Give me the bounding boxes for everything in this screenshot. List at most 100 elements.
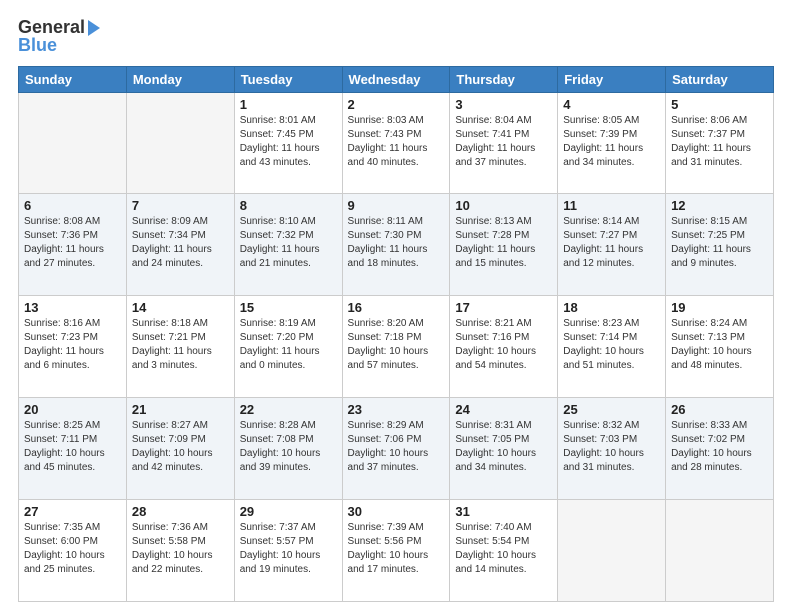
day-number: 30 — [348, 504, 445, 519]
logo: General Blue — [18, 18, 100, 56]
day-number: 28 — [132, 504, 229, 519]
calendar-cell: 24Sunrise: 8:31 AM Sunset: 7:05 PM Dayli… — [450, 398, 558, 500]
calendar-cell: 6 Sunrise: 8:08 AM Sunset: 7:36 PM Daylig… — [19, 194, 127, 296]
day-number: 3 — [455, 97, 552, 112]
calendar-cell: 16 Sunrise: 8:20 AM Sunset: 7:18 PM Dayli… — [342, 296, 450, 398]
cell-info: Sunrise: 8:13 AM Sunset: 7:28 PM Dayligh… — [455, 215, 552, 271]
cell-info: Sunrise: 7:35 AM Sunset: 6:00 PM Dayligh… — [24, 521, 121, 577]
weekday-header: Wednesday — [342, 66, 450, 92]
logo-arrow-icon — [88, 20, 100, 36]
weekday-header: Monday — [126, 66, 234, 92]
cell-info: Sunrise: 8:01 AM Sunset: 7:45 PM Dayligh… — [240, 114, 337, 170]
page: General Blue SundayMondayTuesdayWednesda… — [0, 0, 792, 612]
day-number: 19 — [671, 300, 768, 315]
calendar-cell: 14 Sunrise: 8:18 AM Sunset: 7:21 PM Dayli… — [126, 296, 234, 398]
day-number: 31 — [455, 504, 552, 519]
cell-info: Sunrise: 8:18 AM Sunset: 7:21 PM Dayligh… — [132, 317, 229, 373]
cell-info: Sunrise: 8:33 AM Sunset: 7:02 PM Dayligh… — [671, 419, 768, 475]
calendar-cell — [558, 500, 666, 602]
calendar-week-row: 1 Sunrise: 8:01 AM Sunset: 7:45 PM Daylig… — [19, 92, 774, 194]
cell-info: Sunrise: 8:05 AM Sunset: 7:39 PM Dayligh… — [563, 114, 660, 170]
cell-info: Sunrise: 8:15 AM Sunset: 7:25 PM Dayligh… — [671, 215, 768, 271]
day-number: 15 — [240, 300, 337, 315]
day-number: 14 — [132, 300, 229, 315]
weekday-header: Thursday — [450, 66, 558, 92]
calendar-cell: 15 Sunrise: 8:19 AM Sunset: 7:20 PM Dayli… — [234, 296, 342, 398]
day-number: 12 — [671, 198, 768, 213]
cell-info: Sunrise: 8:08 AM Sunset: 7:36 PM Dayligh… — [24, 215, 121, 271]
cell-info: Sunrise: 8:09 AM Sunset: 7:34 PM Dayligh… — [132, 215, 229, 271]
calendar-week-row: 6 Sunrise: 8:08 AM Sunset: 7:36 PM Daylig… — [19, 194, 774, 296]
cell-info: Sunrise: 8:14 AM Sunset: 7:27 PM Dayligh… — [563, 215, 660, 271]
calendar-week-row: 13 Sunrise: 8:16 AM Sunset: 7:23 PM Dayli… — [19, 296, 774, 398]
calendar-cell: 30 Sunrise: 7:39 AM Sunset: 5:56 PM Dayli… — [342, 500, 450, 602]
calendar-cell — [19, 92, 127, 194]
calendar-week-row: 27 Sunrise: 7:35 AM Sunset: 6:00 PM Dayli… — [19, 500, 774, 602]
day-number: 22 — [240, 402, 337, 417]
calendar-table: SundayMondayTuesdayWednesdayThursdayFrid… — [18, 66, 774, 602]
calendar-cell: 26 Sunrise: 8:33 AM Sunset: 7:02 PM Dayli… — [666, 398, 774, 500]
calendar-cell: 27 Sunrise: 7:35 AM Sunset: 6:00 PM Dayli… — [19, 500, 127, 602]
calendar-cell — [666, 500, 774, 602]
calendar-cell: 3 Sunrise: 8:04 AM Sunset: 7:41 PM Daylig… — [450, 92, 558, 194]
cell-info: Sunrise: 7:37 AM Sunset: 5:57 PM Dayligh… — [240, 521, 337, 577]
cell-info: Sunrise: 8:03 AM Sunset: 7:43 PM Dayligh… — [348, 114, 445, 170]
weekday-header: Saturday — [666, 66, 774, 92]
weekday-header: Sunday — [19, 66, 127, 92]
calendar-cell: 8 Sunrise: 8:10 AM Sunset: 7:32 PM Daylig… — [234, 194, 342, 296]
calendar-cell: 11 Sunrise: 8:14 AM Sunset: 7:27 PM Dayli… — [558, 194, 666, 296]
cell-info: Sunrise: 8:25 AM Sunset: 7:11 PM Dayligh… — [24, 419, 121, 475]
cell-info: Sunrise: 8:19 AM Sunset: 7:20 PM Dayligh… — [240, 317, 337, 373]
cell-info: Sunrise: 7:40 AM Sunset: 5:54 PM Dayligh… — [455, 521, 552, 577]
calendar-cell: 18 Sunrise: 8:23 AM Sunset: 7:14 PM Dayli… — [558, 296, 666, 398]
day-number: 9 — [348, 198, 445, 213]
day-number: 23 — [348, 402, 445, 417]
header-row: SundayMondayTuesdayWednesdayThursdayFrid… — [19, 66, 774, 92]
cell-info: Sunrise: 8:06 AM Sunset: 7:37 PM Dayligh… — [671, 114, 768, 170]
day-number: 8 — [240, 198, 337, 213]
cell-info: Sunrise: 8:24 AM Sunset: 7:13 PM Dayligh… — [671, 317, 768, 373]
day-number: 26 — [671, 402, 768, 417]
calendar-cell: 17Sunrise: 8:21 AM Sunset: 7:16 PM Dayli… — [450, 296, 558, 398]
day-number: 29 — [240, 504, 337, 519]
day-number: 2 — [348, 97, 445, 112]
day-number: 1 — [240, 97, 337, 112]
calendar-cell: 5Sunrise: 8:06 AM Sunset: 7:37 PM Daylig… — [666, 92, 774, 194]
calendar-cell: 4Sunrise: 8:05 AM Sunset: 7:39 PM Daylig… — [558, 92, 666, 194]
cell-info: Sunrise: 8:20 AM Sunset: 7:18 PM Dayligh… — [348, 317, 445, 373]
cell-info: Sunrise: 8:11 AM Sunset: 7:30 PM Dayligh… — [348, 215, 445, 271]
day-number: 13 — [24, 300, 121, 315]
day-number: 18 — [563, 300, 660, 315]
header: General Blue — [18, 18, 774, 56]
cell-info: Sunrise: 8:10 AM Sunset: 7:32 PM Dayligh… — [240, 215, 337, 271]
day-number: 17 — [455, 300, 552, 315]
cell-info: Sunrise: 7:36 AM Sunset: 5:58 PM Dayligh… — [132, 521, 229, 577]
day-number: 11 — [563, 198, 660, 213]
calendar-cell: 10 Sunrise: 8:13 AM Sunset: 7:28 PM Dayli… — [450, 194, 558, 296]
calendar-week-row: 20 Sunrise: 8:25 AM Sunset: 7:11 PM Dayli… — [19, 398, 774, 500]
cell-info: Sunrise: 8:04 AM Sunset: 7:41 PM Dayligh… — [455, 114, 552, 170]
calendar-cell: 29 Sunrise: 7:37 AM Sunset: 5:57 PM Dayli… — [234, 500, 342, 602]
cell-info: Sunrise: 7:39 AM Sunset: 5:56 PM Dayligh… — [348, 521, 445, 577]
cell-info: Sunrise: 8:27 AM Sunset: 7:09 PM Dayligh… — [132, 419, 229, 475]
calendar-cell: 9 Sunrise: 8:11 AM Sunset: 7:30 PM Daylig… — [342, 194, 450, 296]
calendar-cell: 20 Sunrise: 8:25 AM Sunset: 7:11 PM Dayli… — [19, 398, 127, 500]
calendar-cell: 13 Sunrise: 8:16 AM Sunset: 7:23 PM Dayli… — [19, 296, 127, 398]
calendar-cell: 22Sunrise: 8:28 AM Sunset: 7:08 PM Dayli… — [234, 398, 342, 500]
day-number: 6 — [24, 198, 121, 213]
calendar-cell: 25Sunrise: 8:32 AM Sunset: 7:03 PM Dayli… — [558, 398, 666, 500]
calendar-cell: 31 Sunrise: 7:40 AM Sunset: 5:54 PM Dayli… — [450, 500, 558, 602]
day-number: 10 — [455, 198, 552, 213]
calendar-cell: 12 Sunrise: 8:15 AM Sunset: 7:25 PM Dayli… — [666, 194, 774, 296]
weekday-header: Tuesday — [234, 66, 342, 92]
cell-info: Sunrise: 8:23 AM Sunset: 7:14 PM Dayligh… — [563, 317, 660, 373]
calendar-cell — [126, 92, 234, 194]
day-number: 27 — [24, 504, 121, 519]
day-number: 24 — [455, 402, 552, 417]
day-number: 16 — [348, 300, 445, 315]
cell-info: Sunrise: 8:29 AM Sunset: 7:06 PM Dayligh… — [348, 419, 445, 475]
cell-info: Sunrise: 8:16 AM Sunset: 7:23 PM Dayligh… — [24, 317, 121, 373]
calendar-cell: 1 Sunrise: 8:01 AM Sunset: 7:45 PM Daylig… — [234, 92, 342, 194]
logo-blue: Blue — [18, 36, 100, 56]
day-number: 20 — [24, 402, 121, 417]
